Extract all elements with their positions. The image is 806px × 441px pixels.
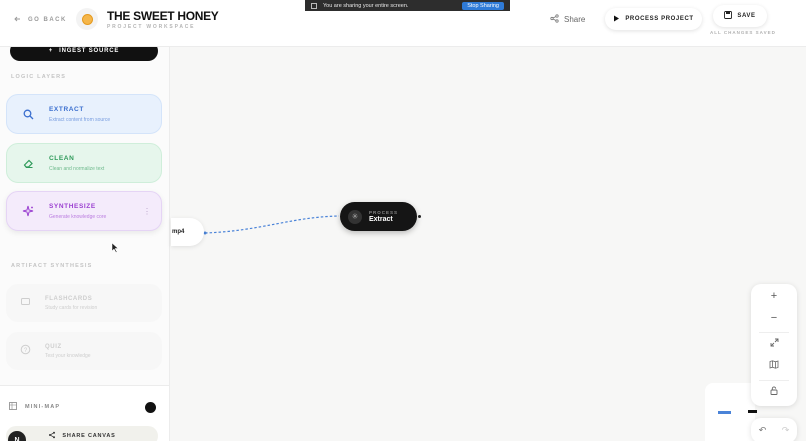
honey-icon xyxy=(81,13,93,25)
minimap-toggle[interactable] xyxy=(145,402,156,413)
project-title: THE SWEET HONEY xyxy=(107,9,219,23)
fit-view-button[interactable] xyxy=(751,333,797,355)
process-node-label: Extract xyxy=(369,216,393,223)
gear-icon: ✳ xyxy=(348,209,362,224)
artifact-description: Test your knowledge xyxy=(45,352,91,359)
layer-description: Extract content from source xyxy=(49,116,111,123)
eraser-icon xyxy=(21,156,35,170)
zoom-in-button[interactable]: + xyxy=(751,285,797,307)
source-node-label: mp4 xyxy=(172,229,185,235)
map-view-button[interactable] xyxy=(751,355,797,377)
layer-name: CLEAN xyxy=(49,154,75,162)
plus-icon: + xyxy=(770,290,778,302)
layer-description: Generate knowledge core xyxy=(49,213,107,220)
mouse-cursor-icon xyxy=(111,242,119,256)
layer-card-synthesize[interactable]: SYNTHESIZE Generate knowledge core ⋮ xyxy=(6,191,162,231)
minimap-toggle-row[interactable]: MINI-MAP xyxy=(9,402,60,412)
minus-icon: − xyxy=(770,312,778,324)
share-canvas-label: SHARE CANVAS xyxy=(62,433,116,439)
connection-edge xyxy=(203,215,340,235)
arrow-left-icon xyxy=(14,15,22,25)
minimap-label: MINI-MAP xyxy=(25,404,61,410)
source-node[interactable]: mp4 xyxy=(171,218,204,246)
play-icon xyxy=(613,15,620,24)
history-controls: ↶ ↷ xyxy=(751,418,797,441)
minimap[interactable] xyxy=(705,383,757,441)
minimap-node xyxy=(748,410,757,413)
lock-button[interactable] xyxy=(751,381,797,403)
map-icon xyxy=(769,360,779,372)
plus-icon: + xyxy=(48,48,54,54)
workflow-canvas[interactable]: mp4 ✳ PROCESS Extract + − ↶ ↷ xyxy=(171,47,806,441)
share-icon xyxy=(550,14,559,25)
save-status: ALL CHANGES SAVED xyxy=(710,30,776,35)
share-button[interactable]: Share xyxy=(550,14,585,25)
question-icon: ? xyxy=(20,342,31,360)
project-subtitle: PROJECT WORKSPACE xyxy=(107,24,196,30)
artifact-description: Study cards for revision xyxy=(45,304,98,311)
go-back-label: GO BACK xyxy=(28,17,67,23)
layer-card-extract[interactable]: EXTRACT Extract content from source xyxy=(6,94,162,134)
artifact-name: QUIZ xyxy=(45,343,62,350)
process-project-button[interactable]: PROCESS PROJECT xyxy=(605,8,702,30)
save-icon xyxy=(724,11,733,21)
screen-icon xyxy=(311,2,317,9)
project-logo xyxy=(76,8,98,30)
sidebar-footer: MINI-MAP SHARE CANVAS N xyxy=(0,385,169,441)
search-icon xyxy=(21,107,35,121)
go-back-link[interactable]: GO BACK xyxy=(14,15,67,25)
redo-icon[interactable]: ↷ xyxy=(782,425,790,436)
layer-card-clean[interactable]: CLEAN Clean and normalize text xyxy=(6,143,162,183)
artifact-synthesis-heading: ARTIFACT SYNTHESIS xyxy=(11,263,93,269)
drag-handle-icon[interactable]: ⋮ xyxy=(143,207,151,216)
layer-name: SYNTHESIZE xyxy=(49,202,96,210)
process-project-label: PROCESS PROJECT xyxy=(625,16,694,22)
zoom-out-button[interactable]: − xyxy=(751,307,797,329)
logic-layers-heading: LOGIC LAYERS xyxy=(11,74,67,80)
expand-icon xyxy=(770,338,779,350)
share-canvas-button[interactable]: SHARE CANVAS xyxy=(6,426,158,441)
ingest-source-button[interactable]: + INGEST SOURCE xyxy=(10,47,158,61)
share-icon xyxy=(48,431,56,441)
share-label: Share xyxy=(564,15,586,24)
artifact-card-quiz[interactable]: ? QUIZ Test your knowledge xyxy=(6,332,162,370)
ingest-source-label: INGEST SOURCE xyxy=(59,48,120,54)
process-node-kind: PROCESS xyxy=(369,210,399,215)
layer-description: Clean and normalize text xyxy=(49,165,105,172)
screen-share-banner: You are sharing your entire screen. Stop… xyxy=(305,0,510,11)
layer-name: EXTRACT xyxy=(49,105,84,113)
artifact-name: FLASHCARDS xyxy=(45,295,93,302)
artifact-card-flashcards[interactable]: FLASHCARDS Study cards for revision xyxy=(6,284,162,322)
sidebar: + INGEST SOURCE LOGIC LAYERS EXTRACT Ext… xyxy=(0,47,170,441)
sparkle-icon xyxy=(21,204,35,218)
screen-share-message: You are sharing your entire screen. xyxy=(323,2,409,9)
undo-icon[interactable]: ↶ xyxy=(759,425,767,436)
stop-sharing-button[interactable]: Stop Sharing xyxy=(462,1,504,10)
save-button[interactable]: SAVE xyxy=(713,5,767,27)
cards-icon xyxy=(20,294,31,312)
node-output-handle[interactable] xyxy=(418,215,421,218)
lock-icon xyxy=(770,386,778,398)
map-icon xyxy=(9,402,17,412)
minimap-edge xyxy=(718,411,731,414)
zoom-controls: + − xyxy=(751,284,797,406)
save-label: SAVE xyxy=(737,13,756,19)
process-node-extract[interactable]: ✳ PROCESS Extract xyxy=(340,202,417,231)
